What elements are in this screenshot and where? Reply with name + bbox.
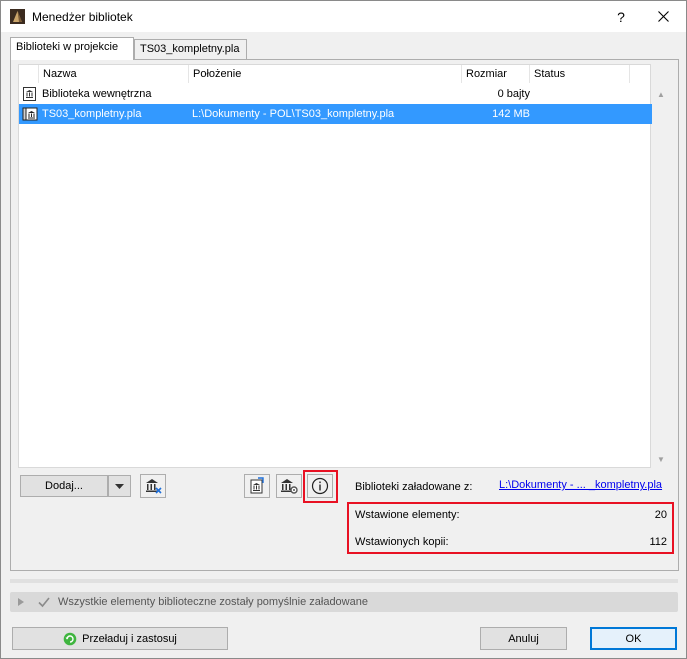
row-size: 142 MB — [492, 108, 530, 120]
close-button[interactable] — [641, 1, 686, 31]
library-settings-icon — [281, 479, 298, 494]
tab-label: Biblioteki w projekcie — [16, 41, 119, 53]
row-name: TS03_kompletny.pla — [42, 108, 142, 120]
checkmark-icon — [38, 597, 50, 608]
row-name: Biblioteka wewnętrzna — [42, 88, 152, 100]
expand-arrow-icon[interactable] — [18, 598, 24, 606]
info-button-highlight — [303, 470, 338, 503]
chevron-down-icon — [115, 483, 124, 489]
remove-library-button[interactable] — [140, 474, 166, 498]
scroll-up-arrow-icon[interactable]: ▲ — [654, 87, 668, 101]
column-header-size[interactable]: Rozmiar — [462, 65, 530, 83]
cancel-button[interactable]: Anuluj — [480, 627, 567, 650]
column-header-icon — [19, 65, 39, 83]
window-title: Menedżer bibliotek — [32, 10, 133, 24]
embedded-library-icon — [23, 87, 36, 101]
loaded-from-link[interactable]: L:\Dokumenty - ... _kompletny.pla — [499, 479, 662, 491]
column-header-status[interactable]: Status — [530, 65, 630, 83]
close-icon — [658, 10, 669, 22]
placed-elements-label: Wstawione elementy: — [355, 509, 460, 521]
tab-projects-libraries[interactable]: Biblioteki w projekcie — [10, 37, 134, 60]
add-library-button[interactable]: Dodaj... — [20, 475, 108, 497]
library-settings-button[interactable] — [276, 474, 302, 498]
archicad-app-icon — [10, 9, 25, 24]
loaded-from-label: Biblioteki załadowane z: — [355, 481, 473, 493]
extract-library-button[interactable] — [244, 474, 270, 498]
title-bar: Menedżer bibliotek ? — [1, 1, 686, 32]
refresh-icon — [63, 632, 77, 645]
library-manager-dialog: Menedżer bibliotek ? Biblioteki w projek… — [0, 0, 687, 659]
reload-and-apply-button[interactable]: Przeładuj i zastosuj — [12, 627, 228, 650]
ok-button[interactable]: OK — [590, 627, 677, 650]
table-row[interactable]: Biblioteka wewnętrzna 0 bajty — [19, 84, 652, 104]
add-dropdown-button[interactable] — [108, 475, 131, 497]
library-list[interactable]: Nazwa Położenie Rozmiar Status Bibliotek… — [18, 64, 665, 468]
placed-elements-value: 20 — [654, 509, 667, 521]
container-library-icon — [22, 107, 38, 121]
table-row[interactable]: TS03_kompletny.pla L:\Dokumenty - POL\TS… — [19, 104, 652, 124]
column-header-location[interactable]: Położenie — [189, 65, 462, 83]
scroll-down-arrow-icon[interactable]: ▼ — [654, 452, 668, 466]
row-location: L:\Dokumenty - POL\TS03_kompletny.pla — [192, 108, 395, 120]
library-remove-icon — [146, 479, 162, 494]
status-message: Wszystkie elementy biblioteczne zostały … — [58, 596, 368, 608]
row-size: 0 bajty — [497, 88, 530, 100]
library-extract-icon — [250, 477, 264, 494]
tab-ts03-library[interactable]: TS03_kompletny.pla — [134, 39, 247, 59]
status-bar[interactable]: Wszystkie elementy biblioteczne zostały … — [10, 592, 678, 612]
tab-label: TS03_kompletny.pla — [140, 43, 240, 55]
divider — [10, 579, 678, 583]
placed-instances-label: Wstawionych kopii: — [355, 536, 449, 548]
column-header-name[interactable]: Nazwa — [39, 65, 189, 83]
placed-instances-value: 112 — [649, 536, 667, 548]
help-button[interactable]: ? — [601, 4, 641, 30]
